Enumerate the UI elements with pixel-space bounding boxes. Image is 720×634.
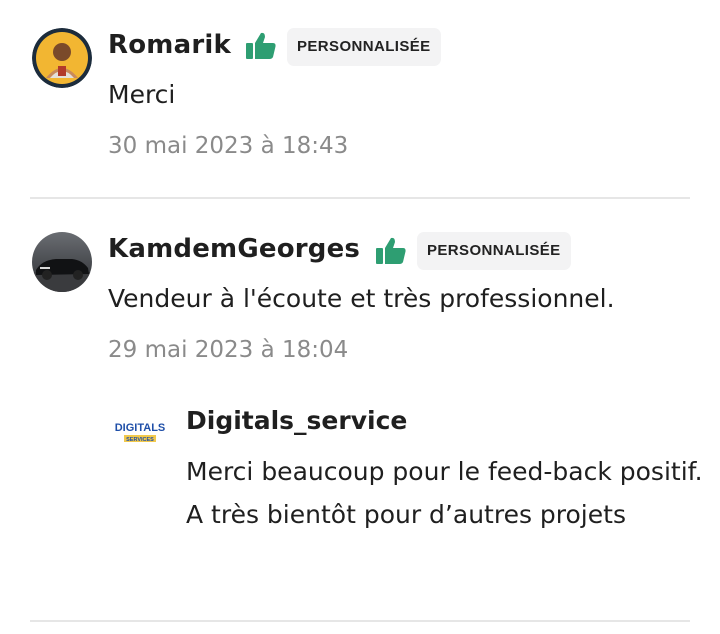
avatar[interactable] <box>32 28 92 88</box>
status-badge: PERSONNALISÉE <box>417 232 571 270</box>
seller-name[interactable]: Digitals_service <box>186 406 407 435</box>
review-date: 30 mai 2023 à 18:43 <box>108 133 349 159</box>
logo-title: DIGITALS <box>115 422 166 434</box>
divider <box>30 620 690 622</box>
car-photo-avatar <box>32 232 92 292</box>
username[interactable]: Romarik <box>108 30 231 60</box>
status-badge: PERSONNALISÉE <box>287 28 441 66</box>
avatar[interactable] <box>32 232 92 292</box>
review-comment: Vendeur à l'écoute et très professionnel… <box>108 284 615 313</box>
divider <box>30 197 690 199</box>
seller-logo: DIGITALS SERVICES <box>112 412 168 452</box>
thumbs-up-icon <box>246 32 276 59</box>
review-comment: Merci <box>108 80 176 109</box>
logo-subtitle: SERVICES <box>126 437 154 443</box>
username[interactable]: KamdemGeorges <box>108 234 360 264</box>
seller-reply-text: Merci beaucoup pour le feed-back positif… <box>186 457 703 529</box>
thumbs-up-icon <box>376 237 406 264</box>
user-photo-avatar <box>32 28 92 88</box>
review-date: 29 mai 2023 à 18:04 <box>108 337 349 363</box>
